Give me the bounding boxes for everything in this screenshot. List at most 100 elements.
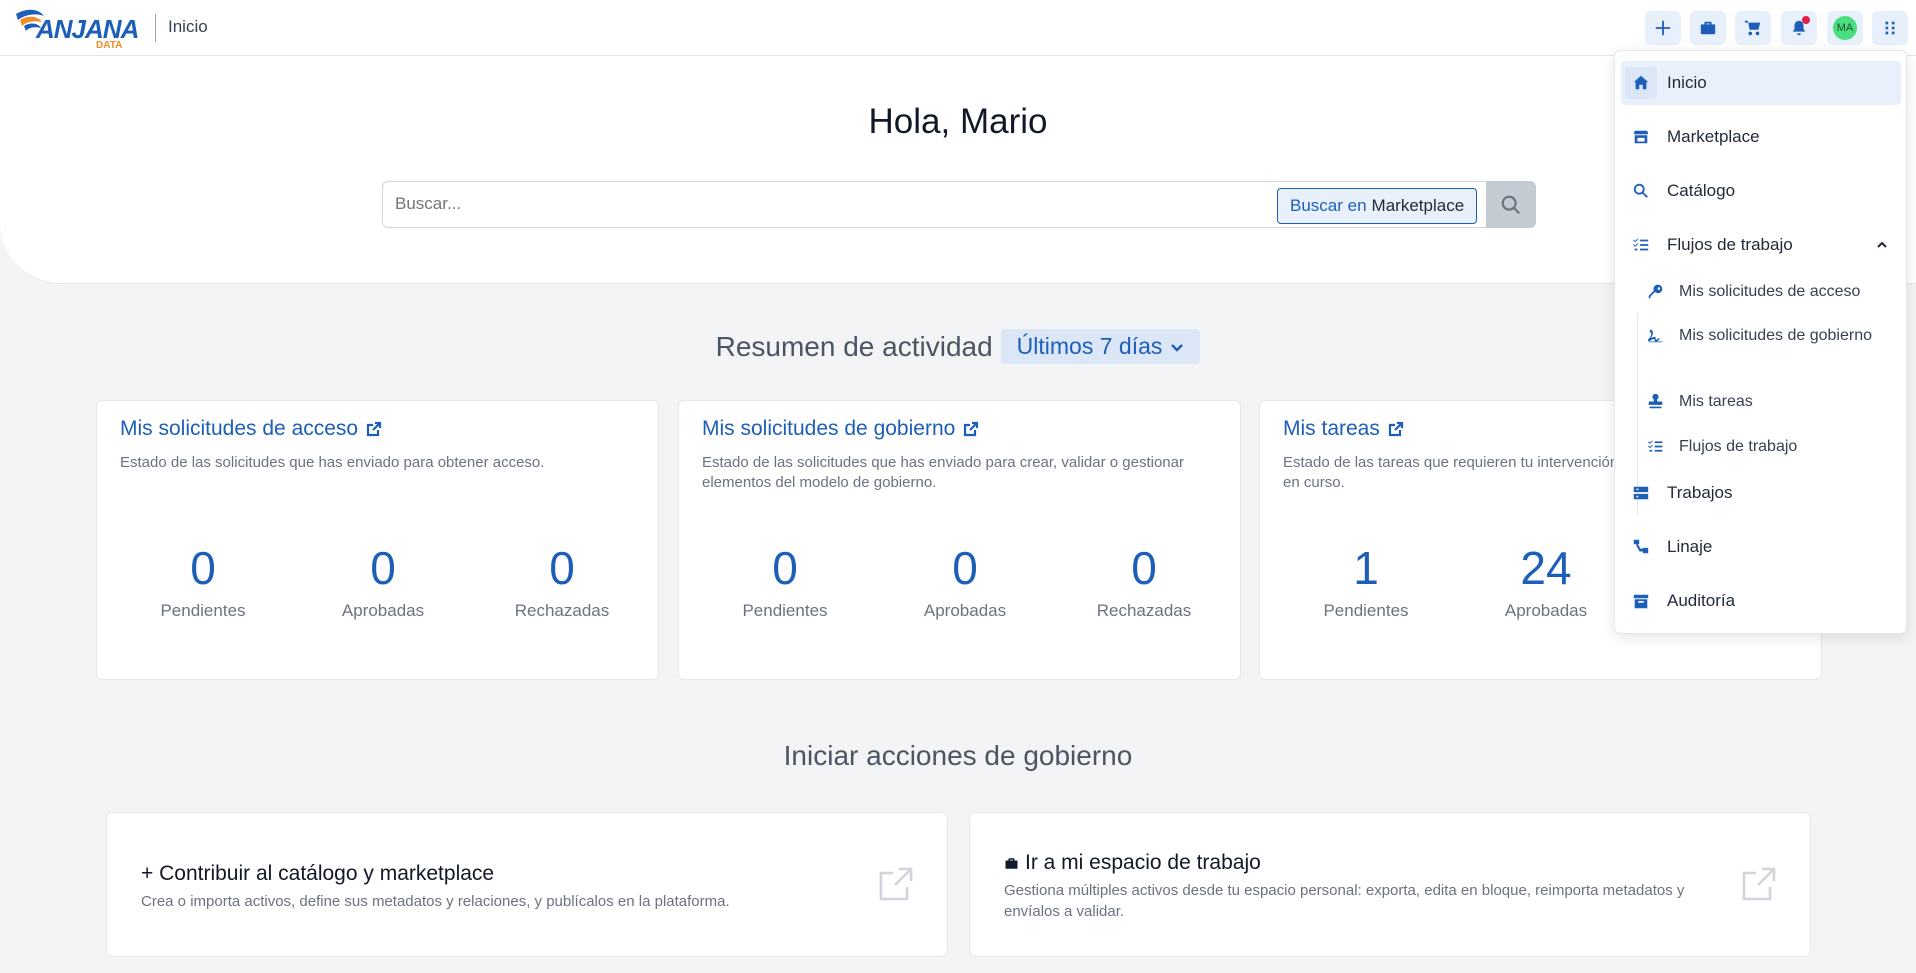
archive-icon xyxy=(1633,594,1649,609)
submenu-item-label: Mis solicitudes de gobierno xyxy=(1679,327,1872,344)
menu-item-label: Auditoría xyxy=(1667,591,1736,610)
stat-label: Aprobadas xyxy=(341,601,425,620)
menu-item-label: Trabajos xyxy=(1667,483,1733,502)
search-bar: Buscar en Marketplace xyxy=(382,181,1536,228)
search-scope-value: Marketplace xyxy=(1371,196,1465,215)
action-title: Ir a mi espacio de trabajo xyxy=(1025,851,1261,874)
period-selector[interactable]: Últimos 7 días xyxy=(1000,329,1201,364)
contribute-action-card[interactable]: + Contribuir al catálogo y marketplace C… xyxy=(106,812,948,957)
action-description: Crea o importa activos, define sus metad… xyxy=(141,893,730,910)
search-button[interactable] xyxy=(1486,181,1536,228)
stat-approved[interactable]: 0 Aprobadas xyxy=(875,541,1055,621)
stat-rejected[interactable]: 0 Rechazadas xyxy=(472,541,652,621)
stat-pending[interactable]: 0 Pendientes xyxy=(113,541,293,621)
stat-label: Aprobadas xyxy=(923,601,1007,620)
search-icon xyxy=(1633,183,1648,198)
stat-label: Aprobadas xyxy=(1504,601,1588,620)
chevron-up-icon xyxy=(1877,241,1887,248)
grid-icon xyxy=(1885,21,1895,35)
menu-item-flujos-de-trabajo[interactable]: Flujos de trabajo xyxy=(1621,223,1901,267)
submenu-item-workflows[interactable]: Flujos de trabajo xyxy=(1645,434,1895,459)
external-link-icon xyxy=(1742,867,1776,901)
signature-icon xyxy=(1647,329,1662,343)
period-label: Últimos 7 días xyxy=(1016,333,1163,359)
action-title-row: Ir a mi espacio de trabajo xyxy=(1004,851,1261,875)
external-link-icon xyxy=(367,421,382,437)
stat-pending[interactable]: 1 Pendientes xyxy=(1276,541,1456,621)
header-divider xyxy=(155,14,156,42)
card-title-link[interactable]: Mis tareas xyxy=(1283,417,1404,441)
notifications-button[interactable] xyxy=(1781,11,1817,45)
menu-item-marketplace[interactable]: Marketplace xyxy=(1621,115,1901,159)
workspace-button[interactable] xyxy=(1690,11,1726,45)
workspace-action-card[interactable]: Ir a mi espacio de trabajo Gestiona múlt… xyxy=(969,812,1811,957)
menu-item-inicio[interactable]: Inicio xyxy=(1621,61,1901,105)
breadcrumb[interactable]: Inicio xyxy=(168,17,208,37)
stat-value: 0 xyxy=(952,542,978,594)
card-description: Estado de las tareas que requieren tu in… xyxy=(1283,454,1619,491)
anjana-logo[interactable]: ANJANA DATA xyxy=(14,4,146,50)
apps-dropdown-menu: Inicio Marketplace Catálogo Flujos de tr… xyxy=(1614,50,1907,634)
search-icon xyxy=(1501,195,1521,214)
stat-pending[interactable]: 0 Pendientes xyxy=(695,541,875,621)
governance-requests-card: Mis solicitudes de gobierno Estado de la… xyxy=(678,400,1241,680)
search-scope-chip[interactable]: Buscar en Marketplace xyxy=(1277,188,1478,224)
activity-title: Resumen de actividad xyxy=(715,330,993,362)
plus-icon xyxy=(1655,20,1671,36)
submenu-item-governance-requests[interactable]: Mis solicitudes de gobierno xyxy=(1645,323,1895,348)
add-button[interactable] xyxy=(1645,11,1681,45)
stat-value: 24 xyxy=(1520,542,1572,594)
card-title-link[interactable]: Mis solicitudes de acceso xyxy=(120,417,382,441)
menu-item-label: Inicio xyxy=(1667,73,1707,92)
avatar: MA xyxy=(1833,16,1857,40)
stat-rejected[interactable]: 0 Rechazadas xyxy=(1054,541,1234,621)
menu-item-linaje[interactable]: Linaje xyxy=(1621,525,1901,569)
key-icon xyxy=(1648,284,1662,299)
top-bar: ANJANA DATA Inicio MA xyxy=(0,0,1916,56)
menu-item-catalogo[interactable]: Catálogo xyxy=(1621,169,1901,213)
stat-approved[interactable]: 24 Aprobadas xyxy=(1456,541,1636,621)
lineage-icon xyxy=(1633,539,1649,554)
external-link-icon xyxy=(879,867,913,901)
menu-item-trabajos[interactable]: Trabajos xyxy=(1621,471,1901,515)
submenu-item-label: Flujos de trabajo xyxy=(1679,438,1798,455)
stat-value: 0 xyxy=(1131,542,1157,594)
menu-item-label: Marketplace xyxy=(1667,127,1760,146)
stat-label: Rechazadas xyxy=(1096,601,1192,620)
stat-value: 0 xyxy=(370,542,396,594)
stat-label: Pendientes xyxy=(742,601,828,620)
menu-item-label: Linaje xyxy=(1667,537,1713,556)
server-icon xyxy=(1633,486,1649,500)
svg-text:ANJANA: ANJANA xyxy=(35,14,138,44)
external-link-icon xyxy=(964,421,979,437)
menu-item-label: Catálogo xyxy=(1667,181,1736,200)
submenu-item-my-tasks[interactable]: Mis tareas xyxy=(1645,389,1895,414)
card-title: Mis tareas xyxy=(1283,417,1380,440)
actions-title: Iniciar acciones de gobierno xyxy=(783,740,1133,771)
chevron-down-icon xyxy=(1171,343,1184,352)
list-check-icon xyxy=(1647,440,1662,452)
stat-value: 0 xyxy=(549,542,575,594)
action-description: Gestiona múltiples activos desde tu espa… xyxy=(1004,882,1685,920)
card-title: Mis solicitudes de acceso xyxy=(120,417,359,440)
store-icon xyxy=(1633,130,1649,144)
access-requests-card: Mis solicitudes de acceso Estado de las … xyxy=(96,400,659,680)
card-title-link[interactable]: Mis solicitudes de gobierno xyxy=(702,417,979,441)
menu-item-auditoria[interactable]: Auditoría xyxy=(1621,579,1901,623)
stat-value: 0 xyxy=(772,542,798,594)
submenu-item-access-requests[interactable]: Mis solicitudes de acceso xyxy=(1645,279,1895,304)
svg-text:DATA: DATA xyxy=(96,40,122,50)
search-input[interactable] xyxy=(395,194,1135,214)
stat-approved[interactable]: 0 Aprobadas xyxy=(293,541,473,621)
briefcase-icon xyxy=(1005,857,1018,869)
apps-menu-button[interactable] xyxy=(1872,11,1908,45)
card-description: Estado de las solicitudes que has enviad… xyxy=(120,454,545,471)
action-title: + Contribuir al catálogo y marketplace xyxy=(141,862,495,885)
cart-icon xyxy=(1744,20,1761,36)
card-title: Mis solicitudes de gobierno xyxy=(702,417,956,440)
cart-button[interactable] xyxy=(1735,11,1771,45)
submenu-item-label: Mis tareas xyxy=(1679,393,1753,410)
card-description: Estado de las solicitudes que has enviad… xyxy=(702,454,1184,491)
user-menu-button[interactable]: MA xyxy=(1827,11,1863,45)
search-scope-prefix: Buscar en xyxy=(1290,196,1367,215)
